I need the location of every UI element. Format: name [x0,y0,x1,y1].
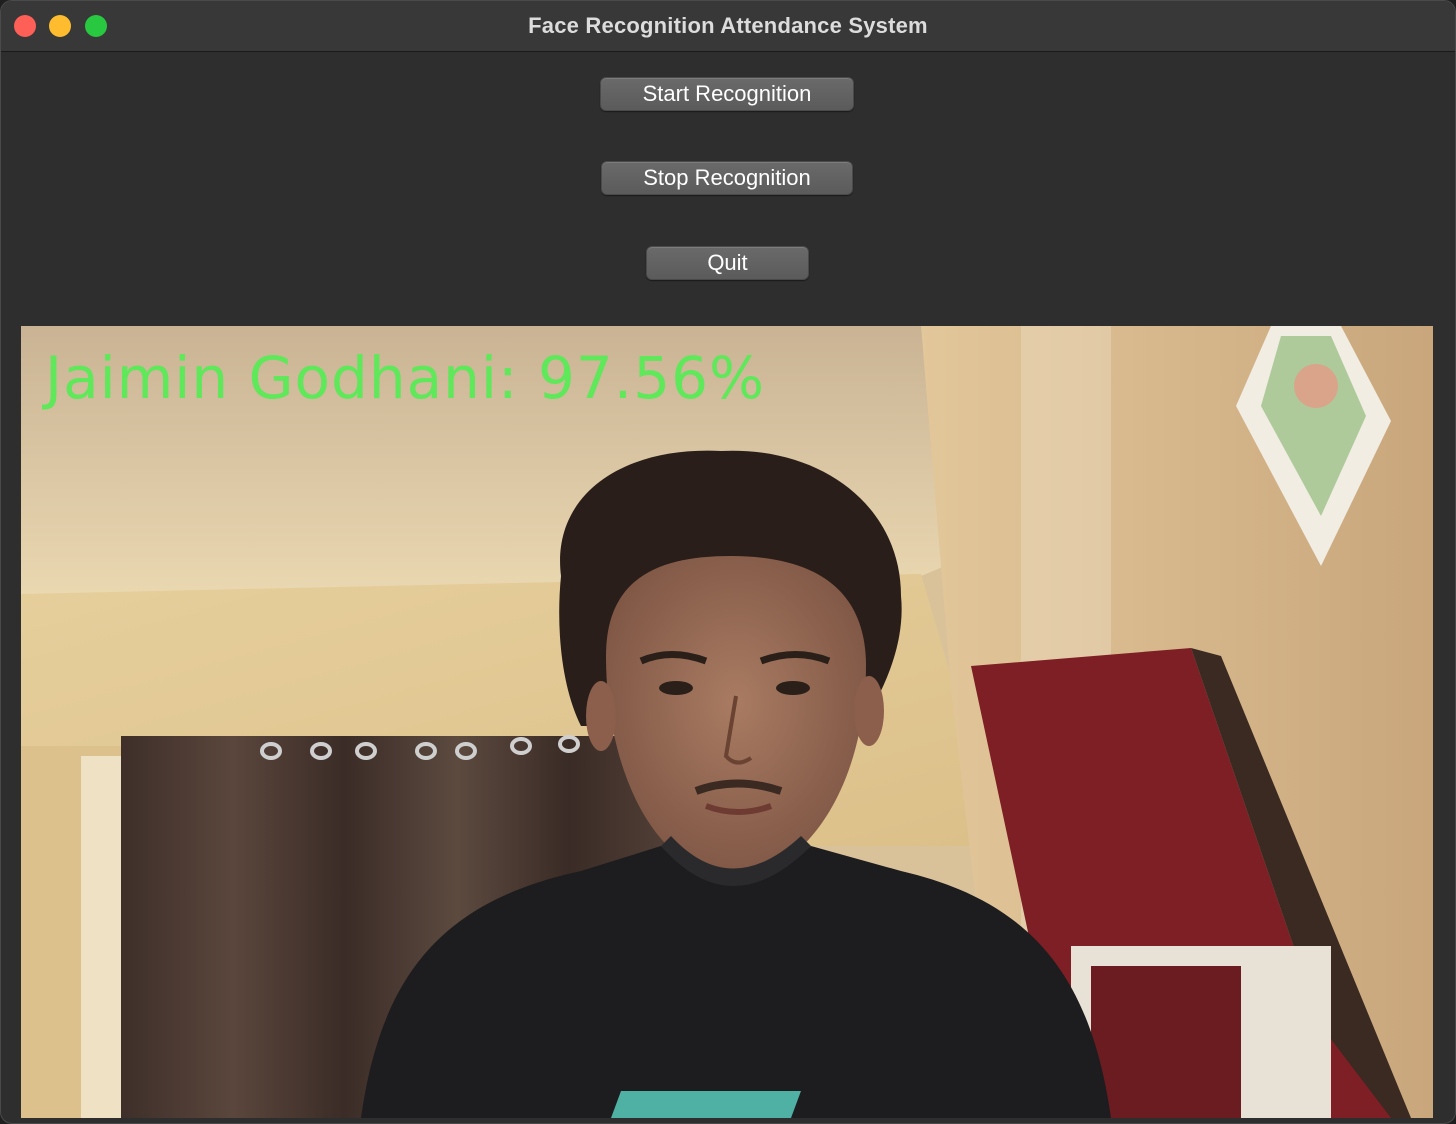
camera-frame-image [21,326,1433,1118]
recognition-result-label: Jaimin Godhani: 97.56% [45,344,766,412]
stop-recognition-button[interactable]: Stop Recognition [601,161,853,195]
start-recognition-button[interactable]: Start Recognition [600,77,854,111]
quit-button[interactable]: Quit [646,246,809,280]
app-window: Face Recognition Attendance System Start… [0,0,1456,1124]
window-title: Face Recognition Attendance System [528,13,928,38]
camera-feed: Jaimin Godhani: 97.56% [21,326,1433,1118]
title-bar: Face Recognition Attendance System [1,1,1455,52]
